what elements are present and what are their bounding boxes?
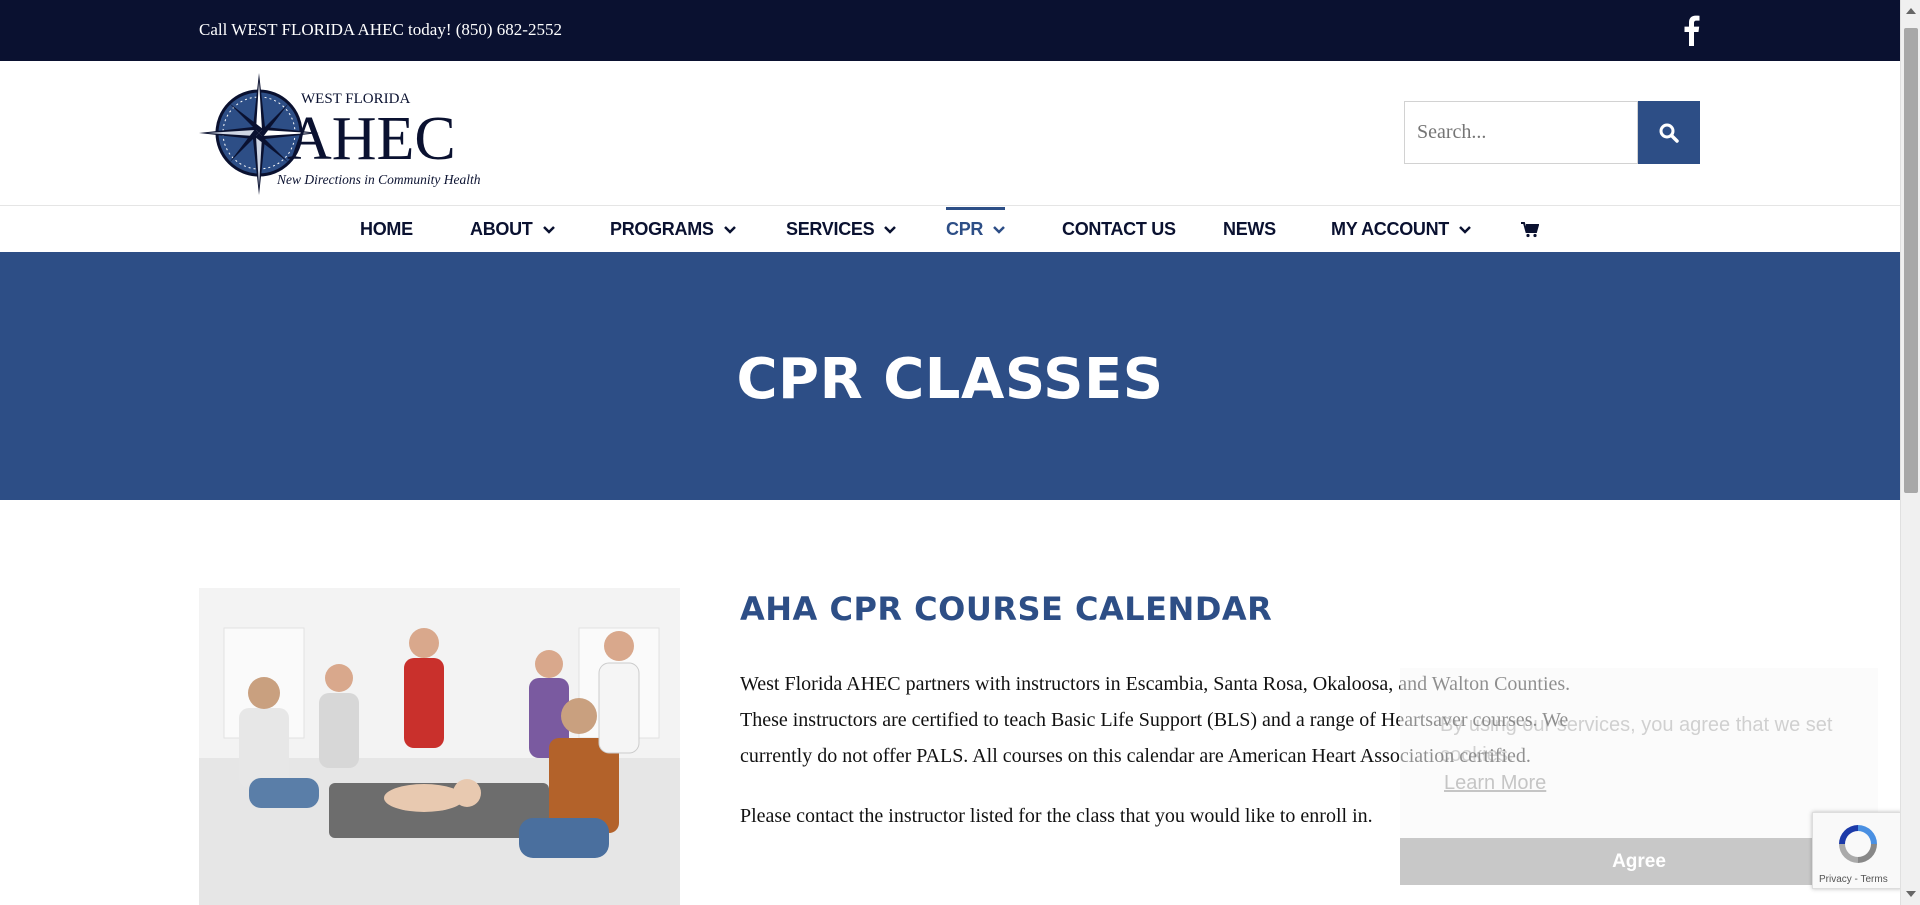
cookie-notice: By using our services, you agree that we… — [1400, 668, 1878, 885]
nav-home[interactable]: HOME — [360, 207, 413, 252]
cpr-class-illustration — [199, 588, 680, 905]
site-header: WEST FLORIDA AHEC New Directions in Comm… — [0, 61, 1900, 206]
nav-services[interactable]: SERVICES — [786, 207, 897, 252]
search-icon — [1659, 123, 1679, 143]
nav-news-label: NEWS — [1223, 219, 1276, 239]
nav-programs[interactable]: PROGRAMS — [610, 207, 736, 252]
cpr-class-photo — [199, 588, 680, 905]
scroll-up-arrow[interactable] — [1906, 8, 1916, 14]
search-button[interactable] — [1638, 101, 1700, 164]
nav-my-account-label: MY ACCOUNT — [1331, 219, 1449, 239]
cookie-text: By using our services, you agree that we… — [1440, 714, 1833, 766]
top-bar: Call WEST FLORIDA AHEC today! (850) 682-… — [0, 0, 1900, 61]
cart-icon — [1521, 221, 1539, 237]
nav-programs-label: PROGRAMS — [610, 219, 714, 239]
scroll-down-arrow[interactable] — [1906, 891, 1916, 897]
nav-about[interactable]: ABOUT — [470, 207, 555, 252]
page-title: CPR CLASSES — [736, 347, 1164, 412]
recaptcha-badge[interactable]: Privacy - Terms — [1812, 812, 1902, 889]
page-title-banner: CPR CLASSES — [0, 252, 1900, 500]
page-scrollbar[interactable] — [1900, 0, 1920, 905]
nav-about-label: ABOUT — [470, 219, 533, 239]
chevron-down-icon — [993, 225, 1005, 234]
nav-cart[interactable] — [1521, 207, 1539, 252]
nav-my-account[interactable]: MY ACCOUNT — [1331, 207, 1471, 252]
logo-line2: AHEC — [287, 105, 456, 173]
recaptcha-terms[interactable]: Privacy - Terms — [1819, 874, 1888, 885]
main-nav: HOME ABOUT PROGRAMS SERVICES CPR CONTACT… — [0, 207, 1900, 252]
phone-text: Call WEST FLORIDA AHEC today! (850) 682-… — [199, 20, 562, 39]
scrollbar-thumb[interactable] — [1904, 28, 1918, 493]
nav-contact-us[interactable]: CONTACT US — [1062, 207, 1176, 252]
nav-cpr[interactable]: CPR — [946, 207, 1006, 252]
nav-contact-us-label: CONTACT US — [1062, 219, 1176, 239]
learn-more-link[interactable]: Learn More — [1444, 772, 1546, 795]
nav-services-label: SERVICES — [786, 219, 875, 239]
logo-tagline: New Directions in Community Health — [276, 172, 481, 187]
chevron-down-icon — [884, 225, 897, 234]
nav-home-label: HOME — [360, 219, 413, 239]
ahec-logo[interactable]: WEST FLORIDA AHEC New Directions in Comm… — [199, 73, 511, 198]
nav-cpr-label: CPR — [946, 219, 984, 239]
nav-news[interactable]: NEWS — [1223, 207, 1276, 252]
search-input[interactable] — [1404, 101, 1638, 164]
agree-button[interactable]: Agree — [1400, 838, 1878, 885]
recaptcha-icon — [1839, 825, 1877, 863]
facebook-icon[interactable] — [1680, 14, 1702, 46]
chevron-down-icon — [723, 225, 736, 234]
chevron-down-icon — [1459, 225, 1471, 234]
section-heading: AHA CPR COURSE CALENDAR — [740, 590, 1273, 628]
chevron-down-icon — [542, 225, 555, 234]
